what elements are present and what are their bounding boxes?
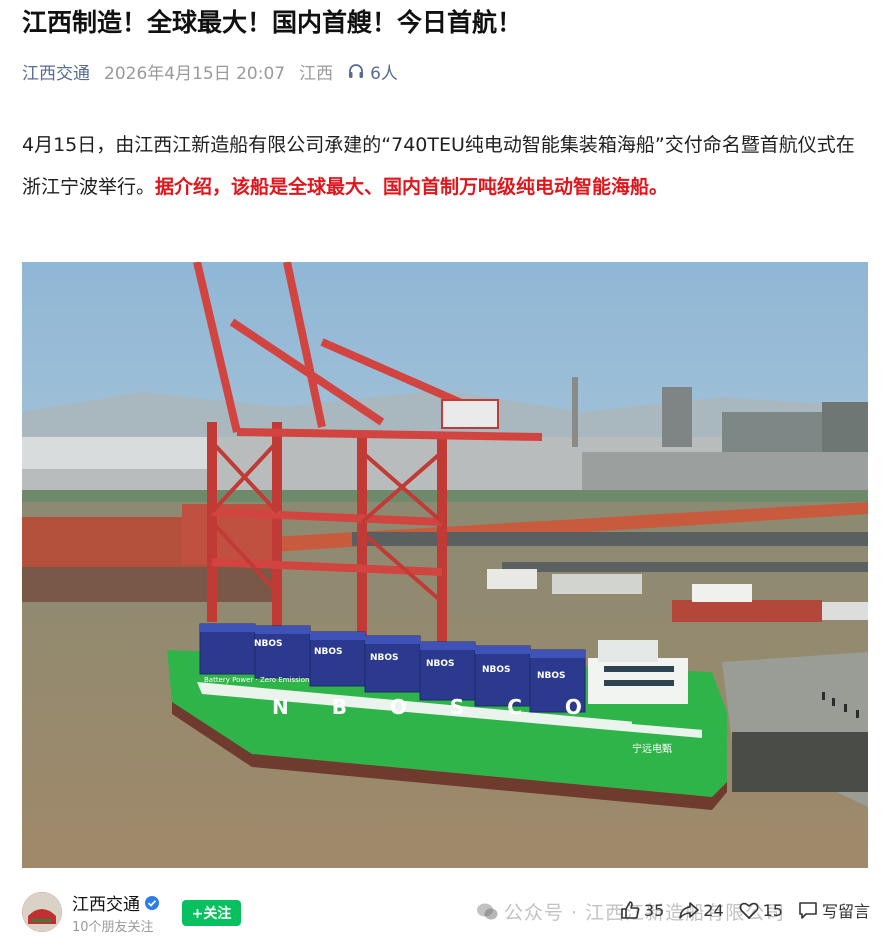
verified-icon [145,895,159,910]
favorite-count: 15 [762,900,783,920]
favorite-button[interactable]: 15 [738,899,783,921]
like-count: 35 [643,900,665,920]
share-count: 24 [703,900,724,920]
container-label: NBOS [426,659,455,669]
headphones-icon [349,64,364,78]
avatar[interactable] [22,892,62,932]
like-button[interactable]: 35 [619,899,664,921]
publish-location: 江西 [299,63,334,84]
article-title: 江西制造！全球最大！国内首艘！今日首航！ [22,8,523,37]
follow-button[interactable]: +关注 [182,900,241,926]
article-meta: 江西交通 2026年4月15日 20:07 江西 6人 [22,58,398,84]
container-label: NBOS [482,665,511,675]
like-icon [621,901,640,919]
footer-account[interactable]: 江西交通 [72,890,160,915]
container-label: NBOS [254,639,283,649]
action-bar: 35 24 15 写留言 [605,898,870,922]
container-label: NBOS [314,647,343,657]
article-paragraph: 4月15日，由江西江新造船有限公司承建的“740TEU纯电动智能集装箱海船”交付… [22,124,872,208]
container-label: NBOS [370,653,399,663]
ship-at-port-image: NBOS NBOS NBOS NBOS NBOS NBOS N B O S C … [22,262,868,868]
source-account-link[interactable]: 江西交通 [22,59,90,84]
account-logo-icon [22,892,62,932]
comment-icon [799,902,817,919]
comment-button[interactable]: 写留言 [797,898,870,922]
bow-name: 宁远电甄 [632,742,672,755]
share-button[interactable]: 24 [678,899,724,921]
heart-icon [739,902,759,919]
account-name: 江西交通 [72,895,140,915]
hull-side-text: Battery Power · Zero Emission [204,676,309,684]
article-photo[interactable]: NBOS NBOS NBOS NBOS NBOS NBOS N B O S C … [22,262,868,868]
listen-button[interactable]: 6人 [347,59,398,84]
listener-count: 6人 [370,63,398,84]
comment-label: 写留言 [821,902,870,921]
share-icon [679,902,700,919]
hull-lettering: N B O S C O [272,695,600,719]
wechat-icon [477,903,498,919]
article-footer: 江西交通 10个朋友关注 +关注 公众号 · 江西江新造船有限公司 35 24 [0,882,894,948]
publish-time: 2026年4月15日 20:07 [104,63,286,84]
container-label: NBOS [537,671,566,681]
paragraph-highlight: 据介绍，该船是全球最大、国内首制万吨级纯电动智能海船。 [155,176,669,198]
friends-following: 10个朋友关注 [72,920,154,935]
